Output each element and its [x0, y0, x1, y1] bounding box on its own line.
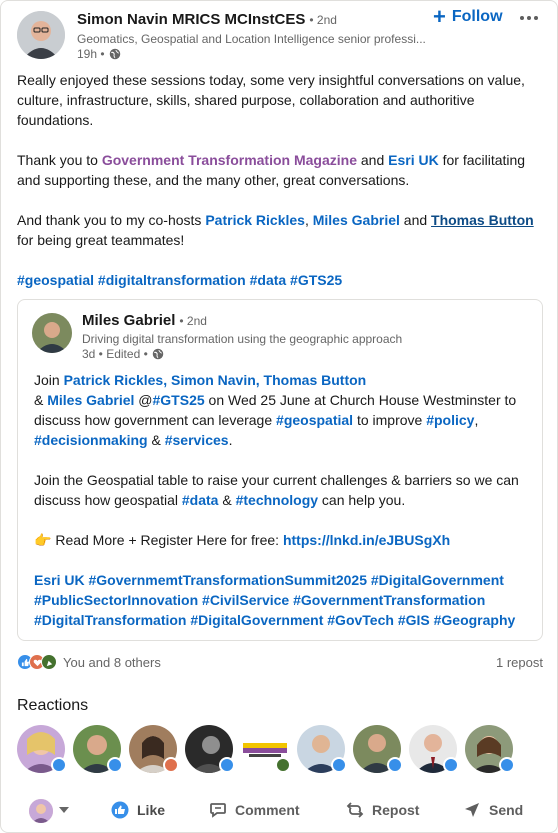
like-badge-icon: [219, 757, 235, 773]
hashtag-data[interactable]: #data: [182, 492, 219, 508]
celebrate-badge-icon: [275, 757, 291, 773]
like-badge-icon: [443, 757, 459, 773]
reshare-meta: 3d • Edited •: [82, 347, 164, 361]
post-paragraph-1: Really enjoyed these sessions today, som…: [17, 72, 525, 128]
viewer-avatar[interactable]: [29, 799, 53, 823]
reshare-mentions[interactable]: Patrick Rickles, Simon Navin, Thomas But…: [64, 372, 367, 388]
mention-thomas-button[interactable]: Thomas Button: [431, 212, 534, 228]
post-paragraph-2: Thank you to Government Transformation M…: [17, 152, 526, 188]
author-avatar[interactable]: [17, 11, 65, 59]
ellipsis-icon: [520, 16, 524, 20]
reactions-heading: Reactions: [17, 697, 89, 714]
action-bar: Like Comment Repost Send: [1, 791, 558, 831]
send-label: Send: [489, 802, 524, 818]
reaction-icons[interactable]: [17, 654, 57, 670]
like-badge-icon: [331, 757, 347, 773]
globe-icon: [109, 48, 120, 60]
reshare-author-row: Miles Gabriel • 2nd: [82, 312, 207, 329]
hashtag-policy[interactable]: #policy: [426, 412, 474, 428]
more-options-button[interactable]: [515, 7, 543, 29]
comment-icon: [210, 803, 226, 818]
mention-esri-uk-reshare[interactable]: Esri UK: [34, 572, 85, 588]
hashtag-services[interactable]: #services: [165, 432, 229, 448]
globe-icon: [152, 348, 164, 360]
reshare-paragraph-3: 👉 Read More + Register Here for free: ht…: [34, 532, 451, 548]
mention-patrick-rickles[interactable]: Patrick Rickles: [205, 212, 305, 228]
pointing-hand-icon: 👉: [34, 532, 52, 548]
hashtag-technology[interactable]: #technology: [236, 492, 318, 508]
reshare-paragraph-2: Join the Geospatial table to raise your …: [34, 472, 519, 508]
mention-miles-gabriel[interactable]: Miles Gabriel: [313, 212, 400, 228]
mention-gov-transformation-magazine[interactable]: Government Transformation Magazine: [102, 152, 357, 168]
reposts-count[interactable]: 1 repost: [496, 655, 543, 670]
mention-esri-uk[interactable]: Esri UK: [388, 152, 439, 168]
like-badge-icon: [107, 757, 123, 773]
hashtag-gts25[interactable]: #GTS25: [153, 392, 205, 408]
reaction-avatars: [17, 725, 543, 775]
reshare-body: Join Patrick Rickles, Simon Navin, Thoma…: [34, 370, 530, 650]
chevron-down-icon[interactable]: [59, 807, 69, 813]
post-time: 19h •: [77, 47, 105, 61]
post-card: Simon Navin MRICS MCInstCES • 2nd Geomat…: [0, 0, 558, 833]
like-label: Like: [137, 802, 166, 818]
like-badge-icon: [387, 757, 403, 773]
send-icon: [465, 803, 479, 817]
hashtag-geospatial[interactable]: #geospatial: [276, 412, 353, 428]
like-badge-icon: [499, 757, 515, 773]
post-hashtags[interactable]: #geospatial #digitaltransformation #data…: [17, 270, 545, 290]
reshare-paragraph-1: Join Patrick Rickles, Simon Navin, Thoma…: [34, 372, 517, 448]
comment-label: Comment: [235, 802, 300, 818]
reshare-hashtags[interactable]: Esri UK #GovernmemtTransformationSummit2…: [34, 570, 530, 630]
send-button[interactable]: Send: [463, 801, 523, 819]
register-link[interactable]: https://lnkd.in/eJBUSgXh: [283, 532, 450, 548]
post-meta: 19h •: [77, 47, 121, 61]
love-badge-icon: [163, 757, 179, 773]
like-button[interactable]: Like: [111, 801, 165, 819]
follow-button[interactable]: + Follow: [433, 4, 503, 29]
like-icon: [111, 801, 129, 819]
social-counts: You and 8 others 1 repost: [17, 652, 543, 672]
reshare-author-name[interactable]: Miles Gabriel: [82, 312, 175, 329]
repost-label: Repost: [372, 802, 420, 818]
connection-degree: • 2nd: [309, 13, 337, 27]
plus-icon: +: [433, 4, 446, 29]
follow-label: Follow: [451, 8, 503, 25]
author-row: Simon Navin MRICS MCInstCES • 2nd: [77, 11, 337, 28]
reactors-count[interactable]: You and 8 others: [63, 655, 161, 670]
author-name[interactable]: Simon Navin MRICS MCInstCES: [77, 11, 305, 28]
repost-icon: [346, 802, 364, 818]
reshare-author-avatar[interactable]: [32, 313, 72, 353]
author-headline: Geomatics, Geospatial and Location Intel…: [77, 32, 426, 46]
reshare-degree: • 2nd: [179, 314, 207, 328]
like-badge-icon: [51, 757, 67, 773]
hashtag-decisionmaking[interactable]: #decisionmaking: [34, 432, 148, 448]
reshared-post[interactable]: Miles Gabriel • 2nd Driving digital tran…: [17, 299, 543, 641]
reshare-mention-miles[interactable]: Miles Gabriel: [47, 392, 134, 408]
repost-button[interactable]: Repost: [346, 801, 419, 819]
post-paragraph-3: And thank you to my co-hosts Patrick Ric…: [17, 212, 534, 248]
celebrate-reaction-icon: [41, 654, 57, 670]
post-body: Really enjoyed these sessions today, som…: [17, 70, 545, 310]
comment-button[interactable]: Comment: [209, 801, 300, 819]
reshare-headline: Driving digital transformation using the…: [82, 332, 403, 346]
